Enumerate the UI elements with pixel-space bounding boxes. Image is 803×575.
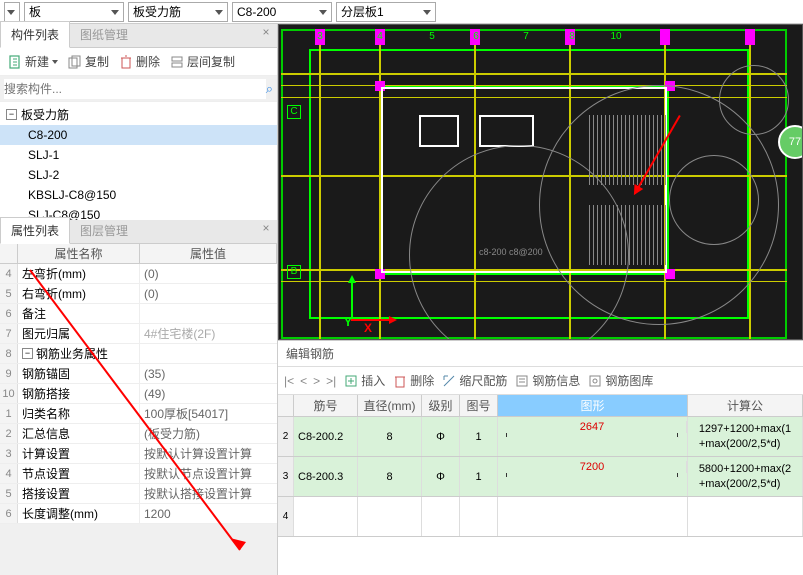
tree-item[interactable]: C8-200	[0, 125, 277, 145]
tab-drawing-mgmt[interactable]: 图纸管理	[70, 22, 138, 47]
tree-item[interactable]: KBSLJ-C8@150	[0, 185, 277, 205]
top-toolbar: 板 板受力筋 C8-200 分层板1	[0, 0, 803, 24]
property-row[interactable]: 5右弯折(mm)(0)	[0, 284, 277, 304]
component-toolbar: 新建 复制 删除 层间复制	[0, 48, 277, 76]
panel-title: 编辑钢筋	[278, 341, 803, 367]
nav-dropdown[interactable]	[4, 2, 20, 22]
property-row[interactable]: 4左弯折(mm)(0)	[0, 264, 277, 284]
property-row[interactable]: 9钢筋锚固(35)	[0, 364, 277, 384]
table-header: 筋号 直径(mm) 级别 图号 图形 计算公	[278, 395, 803, 417]
type-dropdown[interactable]: 板受力筋	[128, 2, 228, 22]
spec-dropdown[interactable]: C8-200	[232, 2, 332, 22]
info-button[interactable]: 钢筋信息	[515, 372, 580, 389]
library-button[interactable]: 钢筋图库	[588, 372, 653, 389]
tree-root[interactable]: −板受力筋	[0, 102, 277, 125]
table-row[interactable]: 2C8-200.28Φ126471297+1200+max(1+max(200/…	[278, 417, 803, 457]
layer-dropdown[interactable]: 分层板1	[336, 2, 436, 22]
property-grid[interactable]: 4左弯折(mm)(0)5右弯折(mm)(0)6备注7图元归属4#住宅楼(2F)8…	[0, 264, 277, 524]
layer-copy-button[interactable]: 层间复制	[166, 51, 239, 72]
tab-component-list[interactable]: 构件列表	[0, 21, 70, 48]
table-row[interactable]: 4	[278, 497, 803, 537]
rebar-edit-panel: 编辑钢筋 |<<>>| 插入 删除 缩尺配筋 钢筋信息 钢筋图库 筋号 直径(m…	[278, 340, 803, 575]
property-row[interactable]: 4节点设置按默认节点设置计算	[0, 464, 277, 484]
property-row[interactable]: 8− 钢筋业务属性	[0, 344, 277, 364]
axis-y-label: Y	[344, 315, 352, 329]
category-dropdown[interactable]: 板	[24, 2, 124, 22]
property-row[interactable]: 1归类名称100厚板[54017]	[0, 404, 277, 424]
tree-item[interactable]: SLJ-2	[0, 165, 277, 185]
new-button[interactable]: 新建	[4, 51, 62, 72]
table-row[interactable]: 3C8-200.38Φ172005800+1200+max(2+max(200/…	[278, 457, 803, 497]
property-row[interactable]: 6长度调整(mm)1200	[0, 504, 277, 524]
rebar-table[interactable]: 筋号 直径(mm) 级别 图号 图形 计算公 2C8-200.28Φ126471…	[278, 395, 803, 575]
col-prop-value: 属性值	[140, 244, 277, 263]
rebar-toolbar: |<<>>| 插入 删除 缩尺配筋 钢筋信息 钢筋图库	[278, 367, 803, 395]
tab-layer-mgmt[interactable]: 图层管理	[70, 218, 138, 243]
property-row[interactable]: 5搭接设置按默认搭接设置计算	[0, 484, 277, 504]
axis-x-label: X	[364, 321, 372, 335]
delete-button[interactable]: 删除	[393, 372, 434, 389]
property-row[interactable]: 6备注	[0, 304, 277, 324]
search-bar: ⌕	[0, 76, 277, 102]
property-panel-tabs: 属性列表 图层管理 ×	[0, 220, 277, 244]
close-icon[interactable]: ×	[259, 26, 273, 40]
search-icon[interactable]: ⌕	[266, 81, 273, 97]
pagination[interactable]: |<<>>|	[284, 374, 336, 388]
property-row[interactable]: 10钢筋搭接(49)	[0, 384, 277, 404]
drawing-viewport[interactable]: 3 4 5 6 7 8 10 C B c8-200 c8@200 Y X	[278, 24, 803, 340]
scale-button[interactable]: 缩尺配筋	[442, 372, 507, 389]
search-input[interactable]	[4, 79, 266, 99]
left-sidebar: 构件列表 图纸管理 × 新建 复制 删除 层间复制 ⌕ −板受力筋 C8-200…	[0, 24, 278, 575]
property-row[interactable]: 2汇总信息(板受力筋)	[0, 424, 277, 444]
close-icon[interactable]: ×	[259, 222, 273, 236]
tab-property-list[interactable]: 属性列表	[0, 217, 70, 244]
delete-button[interactable]: 删除	[115, 51, 164, 72]
insert-button[interactable]: 插入	[344, 372, 385, 389]
property-row[interactable]: 3计算设置按默认计算设置计算	[0, 444, 277, 464]
property-row[interactable]: 7图元归属4#住宅楼(2F)	[0, 324, 277, 344]
right-area: 3 4 5 6 7 8 10 C B c8-200 c8@200 Y X	[278, 24, 803, 575]
property-header: 属性名称 属性值	[0, 244, 277, 264]
copy-button[interactable]: 复制	[64, 51, 113, 72]
col-prop-name: 属性名称	[18, 244, 140, 263]
component-panel-tabs: 构件列表 图纸管理 ×	[0, 24, 277, 48]
tree-item[interactable]: SLJ-1	[0, 145, 277, 165]
component-tree: −板受力筋 C8-200 SLJ-1 SLJ-2 KBSLJ-C8@150 SL…	[0, 102, 277, 220]
